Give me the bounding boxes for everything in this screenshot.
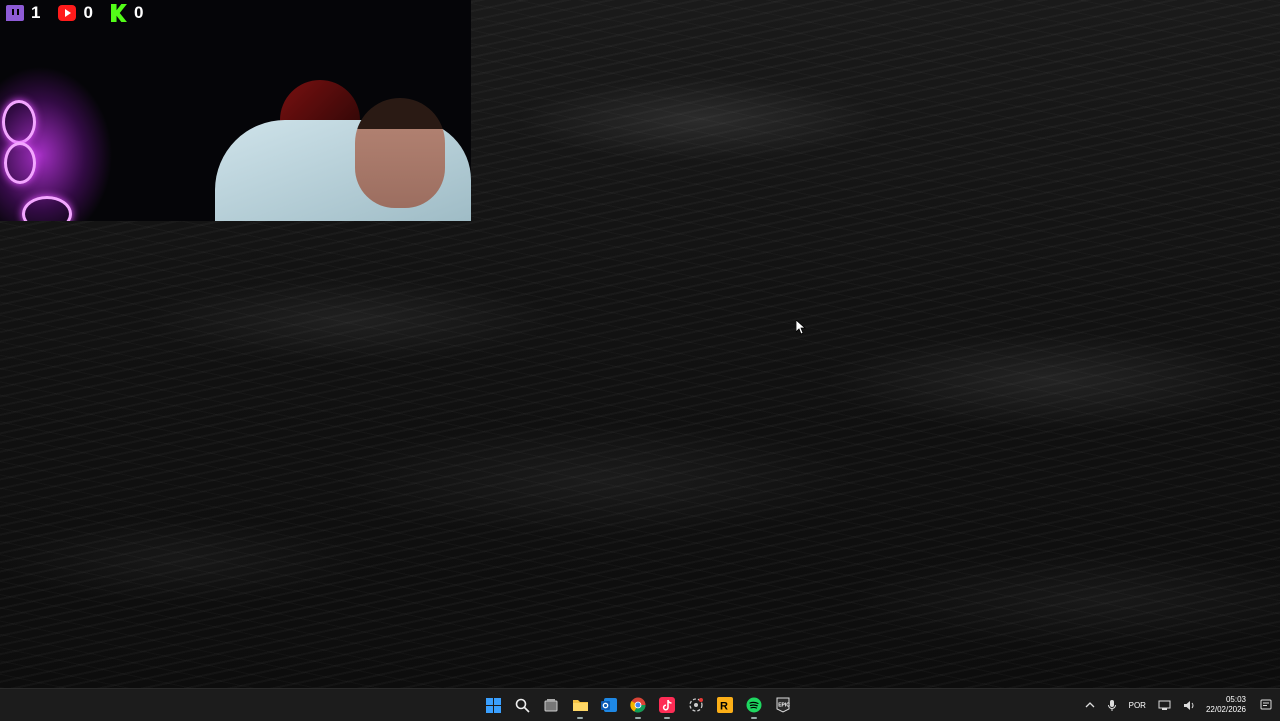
notifications-button[interactable]	[1254, 699, 1280, 711]
task-view-icon	[544, 699, 558, 712]
start-button[interactable]	[482, 693, 504, 717]
outlook-button[interactable]	[598, 693, 620, 717]
youtube-counter: 0	[58, 3, 93, 23]
svg-text:R: R	[720, 701, 728, 713]
windows-start-icon	[485, 697, 501, 713]
viewer-counters: 1 0 0	[6, 3, 153, 23]
twitch-count: 1	[31, 3, 41, 22]
youtube-icon	[58, 5, 77, 21]
task-view-button[interactable]	[540, 693, 562, 717]
language-label: POR	[1128, 700, 1146, 710]
network-app-icon	[689, 698, 703, 712]
rockstar-icon: R	[717, 697, 733, 713]
twitch-counter: 1	[6, 3, 40, 23]
epic-games-button[interactable]: EPIC	[772, 693, 794, 717]
tiktok-icon	[659, 697, 675, 713]
clock-date: 22/02/2026	[1205, 705, 1246, 714]
show-hidden-icons-button[interactable]	[1079, 701, 1101, 709]
chrome-icon	[630, 697, 646, 713]
language-indicator[interactable]: POR	[1123, 701, 1152, 710]
chevron-up-icon	[1085, 702, 1095, 708]
chrome-button[interactable]	[627, 693, 649, 719]
tiktok-button[interactable]	[656, 693, 678, 719]
taskbar-apps: R EPIC	[482, 693, 794, 719]
microphone-icon	[1107, 699, 1116, 711]
volume-button[interactable]	[1177, 700, 1202, 711]
spotify-button[interactable]	[743, 693, 765, 719]
outlook-icon	[600, 698, 617, 712]
network-icon	[1158, 700, 1171, 710]
streamer-head	[355, 98, 445, 208]
network-app-button[interactable]	[685, 693, 707, 717]
webcam-overlay: 1 0 0	[0, 0, 471, 221]
system-tray: POR 05:03 22/02/2026	[1079, 689, 1280, 721]
twitch-icon	[6, 5, 24, 21]
taskbar: R EPIC POR 05:03 22/02/2026	[0, 688, 1280, 721]
network-button[interactable]	[1152, 700, 1177, 711]
search-icon	[515, 698, 530, 713]
folder-icon	[572, 700, 588, 711]
kick-counter: 0	[110, 3, 144, 23]
svg-text:EPIC: EPIC	[778, 703, 790, 709]
volume-icon	[1183, 700, 1194, 710]
kick-icon	[110, 4, 127, 22]
rockstar-button[interactable]: R	[714, 693, 736, 717]
neon-ring	[4, 142, 36, 184]
clock-time: 05:03	[1225, 695, 1246, 704]
search-button[interactable]	[511, 693, 533, 717]
youtube-count: 0	[83, 3, 93, 22]
clock[interactable]: 05:03 22/02/2026	[1202, 695, 1254, 715]
file-explorer-button[interactable]	[569, 693, 591, 719]
spotify-icon	[746, 697, 762, 713]
microphone-button[interactable]	[1101, 699, 1123, 712]
notification-icon	[1260, 699, 1272, 710]
neon-ring	[2, 100, 36, 144]
epic-games-icon: EPIC	[776, 697, 790, 713]
kick-count: 0	[133, 3, 144, 22]
